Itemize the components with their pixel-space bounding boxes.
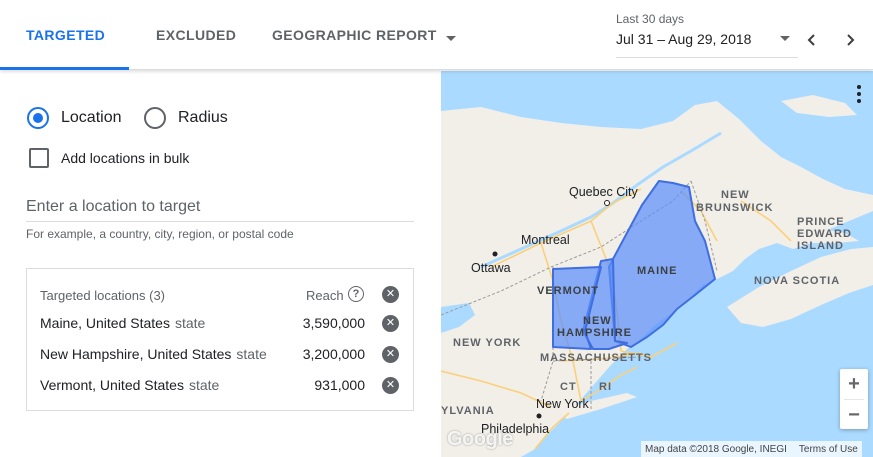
remove-all-icon[interactable]: ✕ (382, 286, 399, 303)
map-label-ri: RI (599, 381, 612, 393)
map-label-montreal: Montreal (521, 233, 570, 247)
remove-location-icon[interactable]: ✕ (382, 346, 399, 363)
radius-radio-option[interactable]: Radius (144, 107, 228, 129)
targeted-location-row: Maine, United States state 3,590,000 ✕ (27, 308, 413, 339)
chevron-left-icon (807, 34, 815, 46)
zoom-out-button[interactable]: − (840, 400, 868, 430)
city-marker (604, 200, 610, 206)
previous-period-button[interactable] (800, 28, 824, 52)
date-range-label: Last 30 days (616, 12, 685, 26)
bulk-locations-label: Add locations in bulk (61, 150, 190, 166)
location-name: New Hampshire, United States state (40, 346, 267, 362)
map-label-pei-1: PRINCE (797, 216, 845, 228)
tab-dropdown-icon[interactable] (446, 36, 456, 41)
header: TARGETED EXCLUDED GEOGRAPHIC REPORT Last… (0, 0, 873, 70)
bulk-locations-checkbox[interactable] (29, 148, 49, 168)
radius-radio-label: Radius (178, 109, 228, 126)
radius-radio[interactable] (144, 107, 166, 129)
active-tab-indicator (0, 67, 129, 70)
date-dropdown-icon[interactable] (780, 36, 790, 41)
map-label-pei-3: ISLAND (797, 240, 844, 252)
map-label-new-brunswick-2: BRUNSWICK (696, 202, 773, 214)
map-label-new-york-city: New York (536, 397, 590, 411)
city-marker (536, 413, 542, 419)
location-radio-label: Location (61, 109, 122, 126)
location-search-hint: For example, a country, city, region, or… (26, 227, 294, 241)
map-zoom-controls: + − (840, 369, 868, 429)
location-type: state (188, 377, 220, 393)
date-range-selector[interactable]: Last 30 days Jul 31 – Aug 29, 2018 (616, 10, 798, 58)
location-name: Maine, United States state (40, 315, 206, 331)
bulk-locations-option[interactable]: Add locations in bulk (29, 148, 189, 168)
location-reach: 3,590,000 (302, 315, 365, 331)
map-label-ct: CT (560, 381, 577, 393)
help-icon[interactable]: ? (348, 286, 364, 302)
chevron-right-icon (847, 34, 855, 46)
next-period-button[interactable] (838, 28, 862, 52)
location-type: state (236, 346, 267, 362)
city-marker (492, 251, 498, 257)
tab-targeted[interactable]: TARGETED (26, 0, 105, 70)
location-radio[interactable] (27, 107, 49, 129)
map-label-nova-scotia: NOVA SCOTIA (754, 275, 840, 287)
map-label-maine: MAINE (637, 265, 677, 277)
map[interactable]: Quebec City NEW BRUNSWICK PRINCE EDWARD … (441, 71, 873, 457)
targeted-locations-list: Targeted locations (3) Reach ? ✕ Maine, … (26, 268, 414, 411)
map-attribution: Map data ©2018 Google, INEGI Terms of Us… (641, 441, 862, 457)
date-range-value: Jul 31 – Aug 29, 2018 (616, 31, 752, 47)
remove-location-icon[interactable]: ✕ (382, 377, 399, 394)
map-canvas[interactable]: Quebec City NEW BRUNSWICK PRINCE EDWARD … (441, 71, 873, 457)
tab-geographic-report[interactable]: GEOGRAPHIC REPORT (272, 0, 437, 70)
map-data-credit: Map data ©2018 Google, INEGI (645, 443, 787, 455)
remove-location-icon[interactable]: ✕ (382, 315, 399, 332)
tab-excluded[interactable]: EXCLUDED (156, 0, 236, 70)
map-label-new-brunswick-1: NEW (721, 189, 750, 201)
location-name: Vermont, United States state (40, 377, 220, 393)
map-label-new-york-state: NEW YORK (453, 337, 521, 349)
location-search-input[interactable] (26, 192, 414, 222)
map-more-options-icon[interactable] (853, 83, 865, 105)
terms-of-use-link[interactable]: Terms of Use (799, 444, 858, 455)
targeting-panel: Location Radius Add locations in bulk Fo… (0, 71, 441, 457)
location-reach: 3,200,000 (302, 346, 365, 362)
reach-column-header: Reach (306, 288, 344, 303)
map-label-quebec-city: Quebec City (569, 185, 639, 199)
map-label-massachusetts: MASSACHUSETTS (540, 352, 652, 364)
targeted-location-row: Vermont, United States state 931,000 ✕ (27, 370, 413, 401)
map-label-nh-1: NEW (583, 315, 612, 327)
targeted-locations-title: Targeted locations (3) (40, 288, 166, 303)
google-logo: Google (447, 428, 513, 450)
map-label-vermont: VERMONT (537, 285, 599, 297)
map-label-pei-2: EDWARD (797, 228, 852, 240)
map-label-pennsylvania: YLVANIA (441, 405, 495, 417)
targeted-location-row: New Hampshire, United States state 3,200,… (27, 339, 413, 370)
location-type: state (174, 315, 206, 331)
location-radio-option[interactable]: Location (27, 107, 122, 129)
map-label-nh-2: HAMPSHIRE (557, 327, 632, 339)
zoom-in-button[interactable]: + (840, 369, 868, 399)
location-reach: 931,000 (314, 377, 365, 393)
map-label-ottawa: Ottawa (471, 261, 511, 275)
